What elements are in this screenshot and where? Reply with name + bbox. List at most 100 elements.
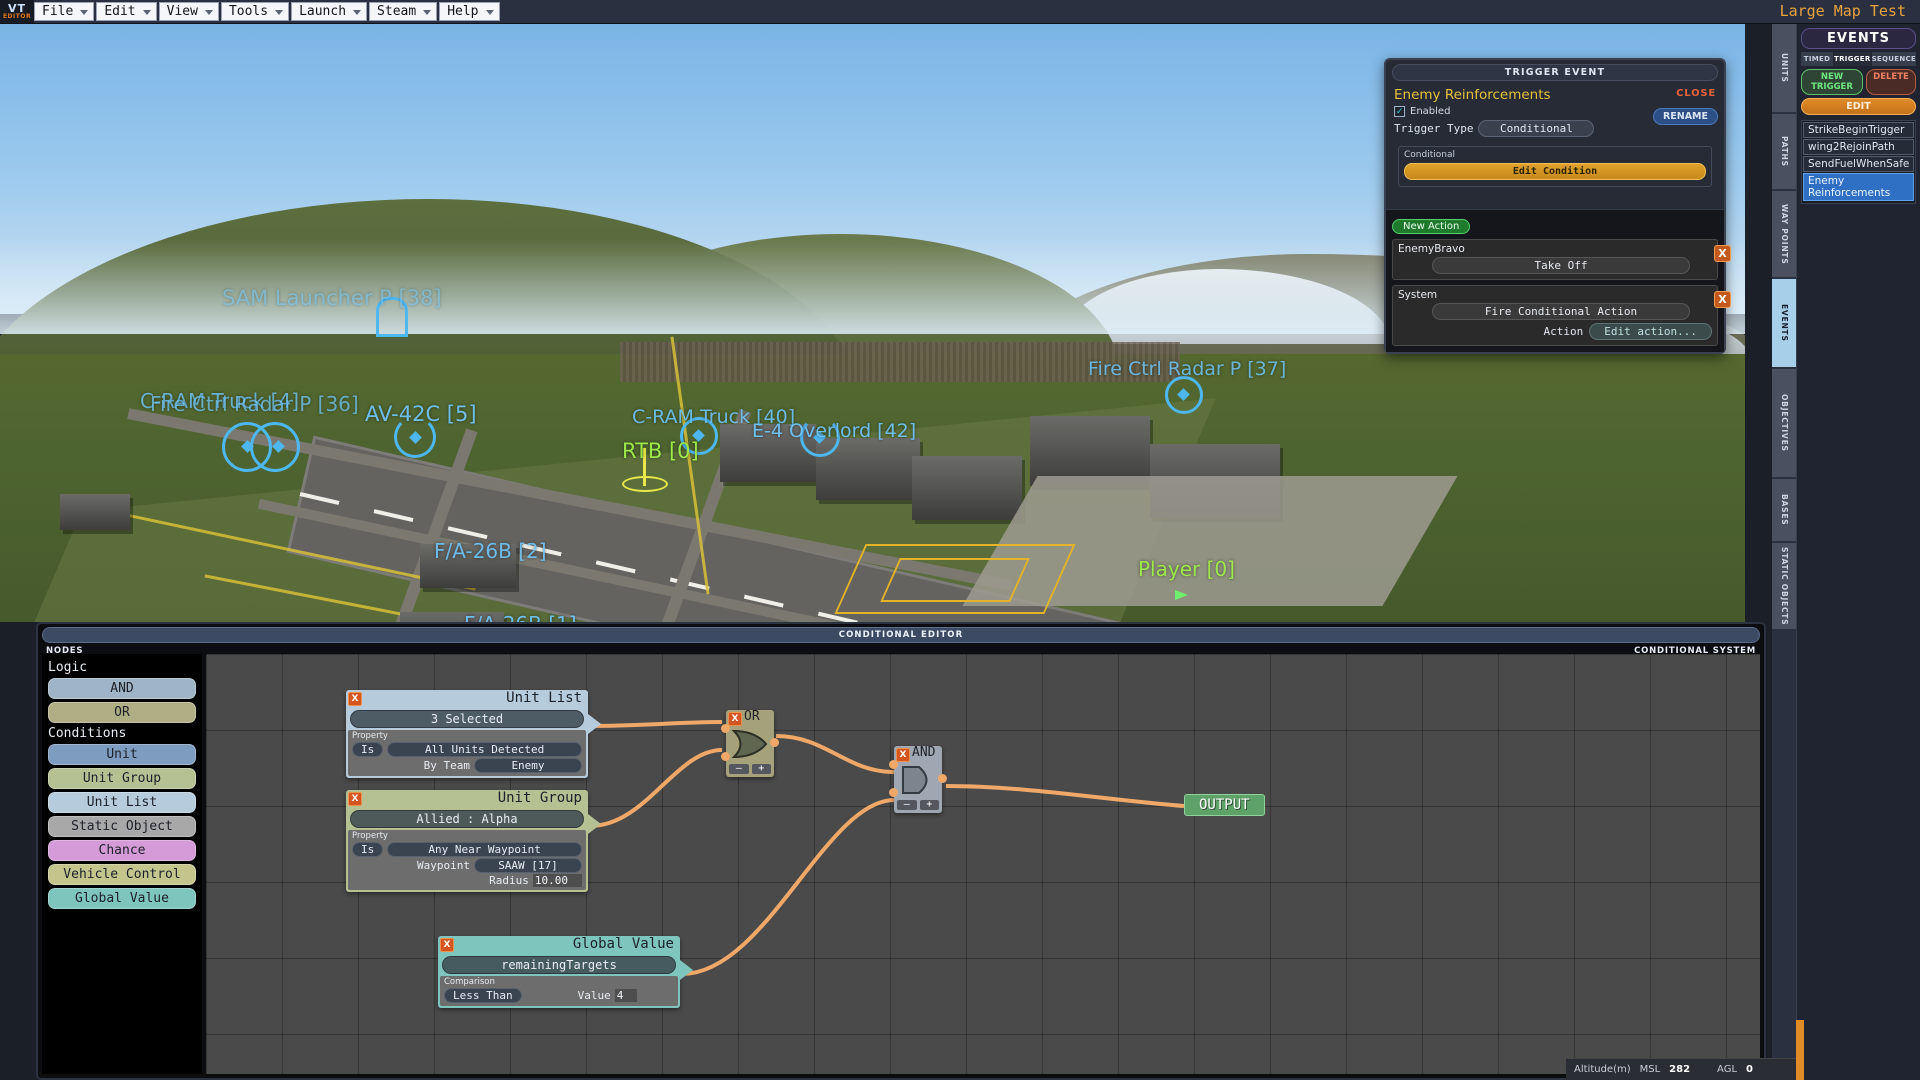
node-selection-dropdown[interactable]: 3 Selected — [350, 710, 584, 728]
gate-add-port-button[interactable]: + — [752, 764, 772, 774]
palette-button-unit-group[interactable]: Unit Group — [48, 768, 196, 789]
menu-item-steam[interactable]: Steam — [369, 2, 437, 21]
delete-button[interactable]: DELETE — [1866, 69, 1916, 95]
node-selection-dropdown[interactable]: Allied : Alpha — [350, 810, 584, 828]
rename-button[interactable]: RENAME — [1653, 108, 1718, 125]
agl-value: 0 — [1746, 1064, 1753, 1075]
gate-output-port[interactable] — [770, 738, 779, 747]
sidebar-tab-label: UNITS — [1780, 53, 1788, 83]
node-graph-canvas[interactable]: Unit ListX3 SelectedPropertyIsAll Units … — [206, 654, 1760, 1074]
action-dropdown[interactable]: Take Off — [1432, 257, 1690, 274]
node-property-dropdown[interactable]: Any Near Waypoint — [387, 842, 582, 857]
remove-action-button[interactable]: X — [1714, 291, 1731, 308]
menu-item-edit[interactable]: Edit — [96, 2, 156, 21]
node-output-port[interactable] — [680, 960, 693, 980]
palette-button-unit[interactable]: Unit — [48, 744, 196, 765]
sidebar-tab-static-objects[interactable]: STATIC OBJECTS — [1772, 543, 1796, 629]
node-extra-dropdown[interactable]: SAAW [17] — [474, 858, 582, 873]
menu-items: FileEditViewToolsLaunchSteamHelp — [34, 0, 502, 23]
gate-port-controls: –+ — [894, 799, 942, 813]
actions-section: New Action EnemyBravoTake OffXSystemFire… — [1386, 209, 1724, 352]
palette-button-and[interactable]: AND — [48, 678, 196, 699]
sidebar-tab-objectives[interactable]: OBJECTIVES — [1772, 369, 1796, 477]
node-comparator-dropdown[interactable]: Less Than — [444, 988, 522, 1003]
gate-input-port-1[interactable] — [889, 760, 898, 769]
menu-item-help[interactable]: Help — [439, 2, 499, 21]
menu-item-tools[interactable]: Tools — [221, 2, 289, 21]
gate-input-port-1[interactable] — [721, 724, 730, 733]
node-radius-field[interactable]: 10.00 — [533, 874, 582, 887]
new-action-button[interactable]: New Action — [1392, 219, 1470, 234]
action-dropdown[interactable]: Fire Conditional Action — [1432, 303, 1690, 320]
remove-action-button[interactable]: X — [1714, 245, 1731, 262]
rtb-waypoint-ring[interactable] — [622, 476, 668, 492]
gate-remove-port-button[interactable]: – — [897, 800, 917, 810]
events-tab-trigger[interactable]: TRIGGER — [1834, 52, 1871, 66]
close-button[interactable]: CLOSE — [1676, 88, 1716, 99]
palette-button-chance[interactable]: Chance — [48, 840, 196, 861]
menu-item-file[interactable]: File — [34, 2, 94, 21]
node-comparator-dropdown[interactable]: Is — [352, 742, 383, 757]
node-property-dropdown[interactable]: All Units Detected — [387, 742, 582, 757]
node-close-button[interactable]: X — [348, 692, 362, 706]
menu-item-view[interactable]: View — [159, 2, 219, 21]
edit-condition-button[interactable]: Edit Condition — [1404, 163, 1706, 180]
events-panel: EVENTS TIMEDTRIGGERSEQUENCE NEW TRIGGER … — [1796, 24, 1920, 1080]
node-title: Unit ListX — [346, 690, 588, 708]
viewport-label-9: F/A-26B [1] — [464, 612, 577, 622]
sidebar-tab-paths[interactable]: PATHS — [1772, 114, 1796, 189]
palette-button-or[interactable]: OR — [48, 702, 196, 723]
node-value-field[interactable]: 4 — [615, 989, 638, 1002]
palette-button-unit-list[interactable]: Unit List — [48, 792, 196, 813]
palette-button-global-value[interactable]: Global Value — [48, 888, 196, 909]
edit-button[interactable]: EDIT — [1801, 98, 1916, 115]
gate-output-port[interactable] — [938, 774, 947, 783]
conditional-editor: CONDITIONAL EDITOR NODES CONDITIONAL SYS… — [36, 622, 1766, 1080]
node-close-button[interactable]: X — [348, 792, 362, 806]
output-node[interactable]: OUTPUT — [1184, 794, 1265, 816]
sidebar-tab-way-points[interactable]: WAY POINTS — [1772, 191, 1796, 277]
gate-port-controls: –+ — [726, 763, 774, 777]
edit-action-button[interactable]: Edit action... — [1589, 323, 1712, 340]
sidebar-tab-bases[interactable]: BASES — [1772, 479, 1796, 541]
node-unit-group[interactable]: Unit GroupXAllied : AlphaPropertyIsAny N… — [346, 790, 588, 892]
gate-add-port-button[interactable]: + — [920, 800, 940, 810]
event-list-item-2[interactable]: SendFuelWhenSafe — [1803, 156, 1914, 172]
node-output-port[interactable] — [588, 814, 601, 834]
node-global-value[interactable]: Global ValueXremainingTargetsComparisonL… — [438, 936, 680, 1008]
gate-input-port-2[interactable] — [721, 752, 730, 761]
palette-button-static-object[interactable]: Static Object — [48, 816, 196, 837]
node-comparator-dropdown[interactable]: Is — [352, 842, 383, 857]
gate-remove-port-button[interactable]: – — [729, 764, 749, 774]
events-tab-sequence[interactable]: SEQUENCE — [1872, 52, 1916, 66]
action-target: System — [1398, 289, 1712, 301]
chevron-down-icon — [80, 10, 88, 15]
trigger-type-label: Trigger Type — [1394, 122, 1473, 135]
gate-and-gate[interactable]: XAND–+ — [894, 746, 942, 813]
gate-or-gate[interactable]: XOR –+ — [726, 710, 774, 777]
events-tab-bar: TIMEDTRIGGERSEQUENCE — [1801, 52, 1916, 66]
event-list-item-1[interactable]: wing2RejoinPath — [1803, 139, 1914, 155]
node-extra-dropdown[interactable]: Enemy — [474, 758, 582, 773]
gate-input-port-2[interactable] — [889, 788, 898, 797]
viewport-label-5: E-4 Overlord [42] — [752, 420, 916, 442]
node-selection-dropdown[interactable]: remainingTargets — [442, 956, 676, 974]
node-close-button[interactable]: X — [440, 938, 454, 952]
node-unit-list[interactable]: Unit ListX3 SelectedPropertyIsAll Units … — [346, 690, 588, 778]
node-output-port[interactable] — [588, 714, 601, 734]
events-tab-timed[interactable]: TIMED — [1801, 52, 1833, 66]
event-list-item-0[interactable]: StrikeBeginTrigger — [1803, 122, 1914, 138]
sidebar-tab-units[interactable]: UNITS — [1772, 24, 1796, 112]
sidebar-tab-events[interactable]: EVENTS — [1772, 279, 1796, 367]
gate-close-button[interactable]: X — [896, 748, 910, 762]
event-list-item-3[interactable]: Enemy Reinforcements — [1803, 173, 1914, 201]
trigger-type-dropdown[interactable]: Conditional — [1478, 120, 1594, 137]
gate-symbol — [726, 725, 774, 763]
menu-item-launch[interactable]: Launch — [291, 2, 367, 21]
enabled-checkbox[interactable]: ✓ — [1394, 106, 1405, 117]
gate-close-button[interactable]: X — [728, 712, 742, 726]
node-property-row: Less ThanValue4 — [444, 988, 674, 1003]
new-trigger-button[interactable]: NEW TRIGGER — [1801, 69, 1863, 95]
palette-button-vehicle-control[interactable]: Vehicle Control — [48, 864, 196, 885]
gate-label: OR — [744, 709, 760, 724]
